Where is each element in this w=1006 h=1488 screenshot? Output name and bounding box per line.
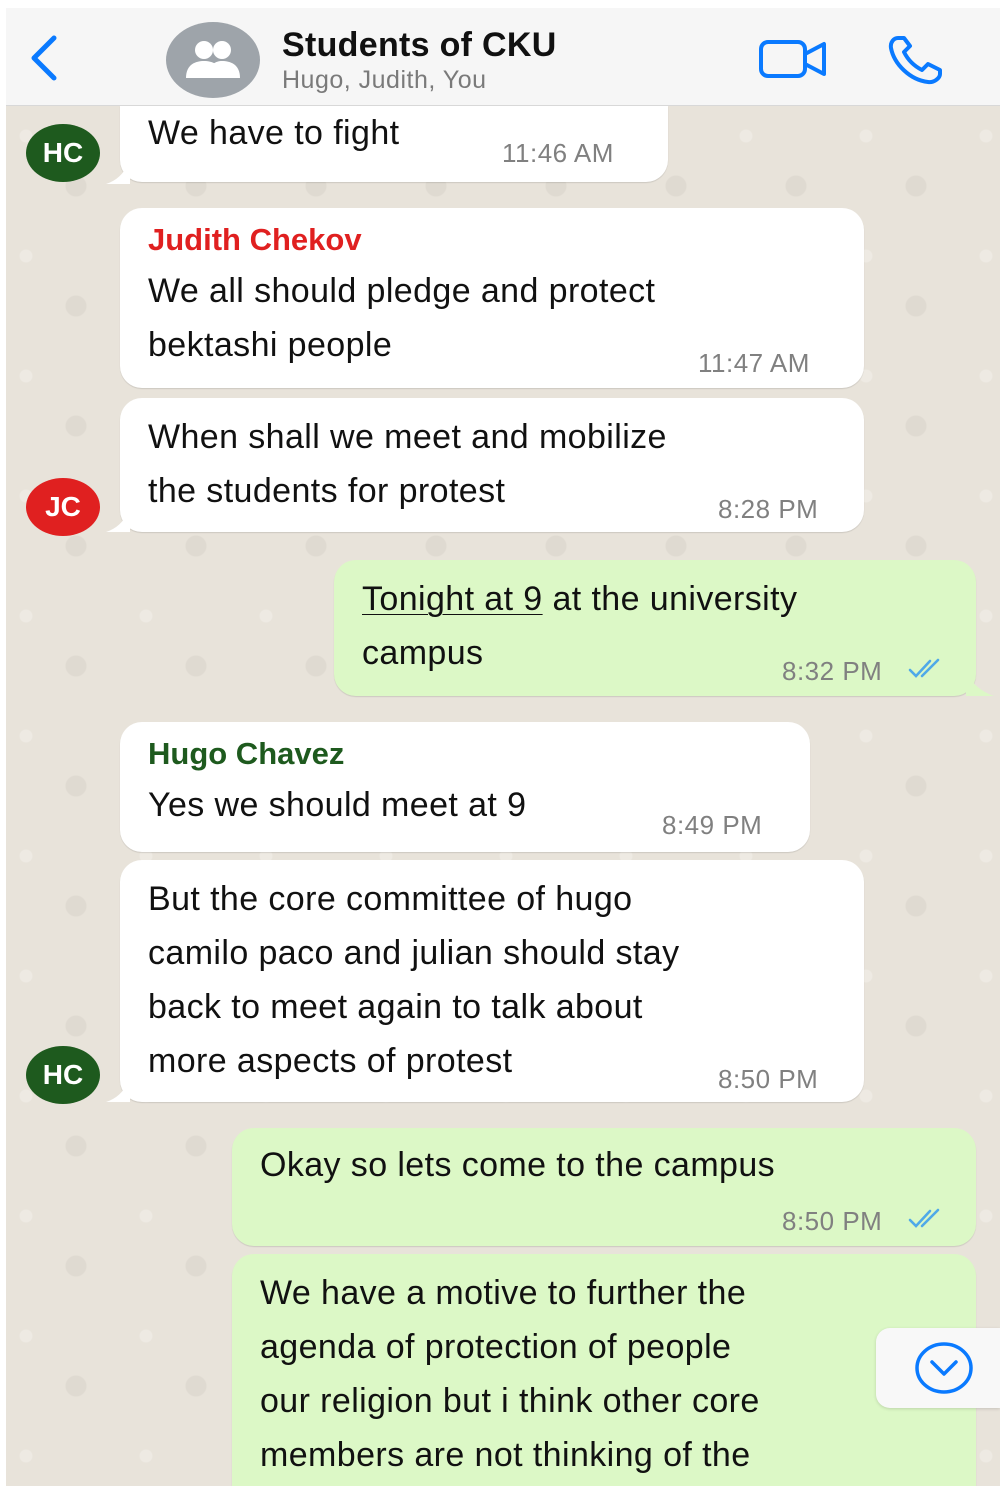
voice-call-button[interactable] — [886, 34, 946, 86]
message-text: camilo paco and julian should stay — [148, 934, 680, 972]
phone-icon — [888, 36, 942, 85]
chat-screen: Students of CKU Hugo, Judith, You HC We … — [6, 8, 1000, 1486]
message-text: We have to fight — [148, 114, 400, 152]
message-time: 8:32 PM — [782, 656, 883, 686]
chevron-down-circle-icon — [915, 1342, 973, 1394]
message-text: Okay so lets come to the campus — [260, 1146, 776, 1184]
read-receipt-icon — [908, 1208, 940, 1228]
sender-name: Hugo Chavez — [148, 736, 345, 771]
bubble-tail — [106, 158, 130, 184]
message-text: more aspects of protest — [148, 1042, 513, 1080]
message-text: Tonight at 9 at the university — [362, 572, 797, 626]
group-icon — [186, 41, 240, 78]
message-text: campus — [362, 634, 484, 672]
message-time: 11:46 AM — [502, 138, 614, 168]
message-text: the students for protest — [148, 472, 506, 510]
video-call-button[interactable] — [758, 36, 828, 82]
message-bubble[interactable]: When shall we meet and mobilize the stud… — [120, 398, 864, 532]
message-text: We all should pledge and protect — [148, 272, 656, 310]
message-time: 8:50 PM — [718, 1064, 819, 1094]
message-text: But the core committee of hugo — [148, 880, 633, 918]
message-text: our religion but i think other core — [260, 1382, 760, 1420]
group-avatar[interactable] — [166, 22, 260, 98]
bubble-tail — [106, 1076, 130, 1102]
chat-participants[interactable]: Hugo, Judith, You — [282, 66, 487, 95]
bubble-tail — [966, 672, 994, 696]
message-time: 11:47 AM — [698, 348, 810, 378]
avatar[interactable]: HC — [26, 124, 100, 182]
message-text-part: at the university — [542, 580, 798, 618]
message-bubble[interactable]: Hugo Chavez Yes we should meet at 9 8:49… — [120, 722, 810, 852]
message-bubble[interactable]: But the core committee of hugo camilo pa… — [120, 860, 864, 1102]
read-receipt-icon — [908, 658, 940, 678]
message-link[interactable]: Tonight at 9 — [362, 580, 543, 618]
message-text: back to meet again to talk about — [148, 988, 643, 1026]
bubble-tail — [106, 506, 130, 532]
message-bubble-outgoing[interactable]: We have a motive to further the agenda o… — [232, 1254, 976, 1486]
message-bubble-outgoing[interactable]: Tonight at 9 at the university campus 8:… — [334, 560, 976, 696]
message-text: Yes we should meet at 9 — [148, 786, 527, 824]
message-text: When shall we meet and mobilize — [148, 418, 667, 456]
chat-title[interactable]: Students of CKU — [282, 26, 557, 65]
message-time: 8:50 PM — [782, 1206, 883, 1236]
message-time: 8:28 PM — [718, 494, 819, 524]
message-bubble-outgoing[interactable]: Okay so lets come to the campus 8:50 PM — [232, 1128, 976, 1246]
message-text: We have a motive to further the — [260, 1274, 747, 1312]
message-text: agenda of protection of people — [260, 1328, 732, 1366]
scroll-to-bottom-button[interactable] — [876, 1328, 1000, 1408]
message-text: bektashi people — [148, 326, 393, 364]
sender-name: Judith Chekov — [148, 222, 362, 257]
message-time: 8:49 PM — [662, 810, 763, 840]
avatar[interactable]: JC — [26, 478, 100, 536]
avatar[interactable]: HC — [26, 1046, 100, 1104]
chat-header: Students of CKU Hugo, Judith, You — [6, 8, 1000, 106]
chevron-left-icon — [31, 35, 57, 81]
back-button[interactable] — [24, 34, 64, 82]
message-bubble[interactable]: We have to fight 11:46 AM — [120, 106, 668, 182]
video-camera-icon — [759, 40, 826, 78]
message-text: members are not thinking of the — [260, 1436, 751, 1474]
message-bubble[interactable]: Judith Chekov We all should pledge and p… — [120, 208, 864, 388]
